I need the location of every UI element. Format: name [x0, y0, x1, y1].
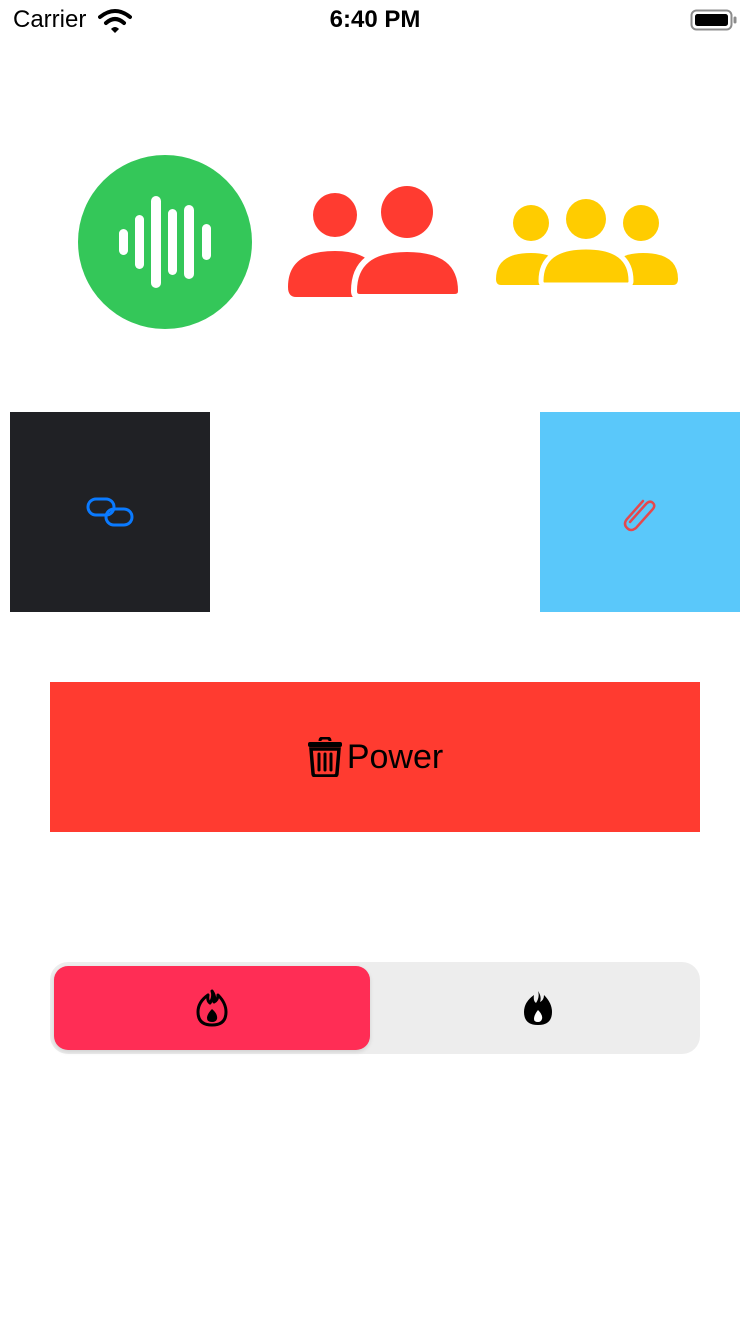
status-bar: Carrier 6:40 PM [0, 0, 750, 40]
power-button-label: Power [346, 737, 444, 776]
waveform-circle-icon [78, 155, 252, 334]
link-icon [86, 497, 134, 527]
status-time: 6:40 PM [329, 6, 421, 33]
trash-icon [307, 737, 342, 777]
segmented-control [50, 962, 700, 1054]
power-button[interactable]: Power [50, 682, 700, 832]
two-person-icon [288, 185, 465, 306]
battery-icon [690, 9, 737, 31]
paperclip-icon [623, 499, 656, 532]
three-person-icon [495, 199, 679, 294]
link-tile[interactable] [10, 412, 210, 612]
flame-outline-icon [196, 989, 228, 1027]
three-person-shape [496, 199, 678, 288]
two-person-shape [288, 186, 465, 300]
paperclip-tile[interactable] [540, 412, 740, 612]
flame-filled-icon [524, 991, 552, 1025]
segment-flame-outline[interactable] [54, 966, 370, 1050]
segment-flame-filled[interactable] [380, 966, 696, 1050]
waveform-circle-bg [78, 155, 252, 329]
